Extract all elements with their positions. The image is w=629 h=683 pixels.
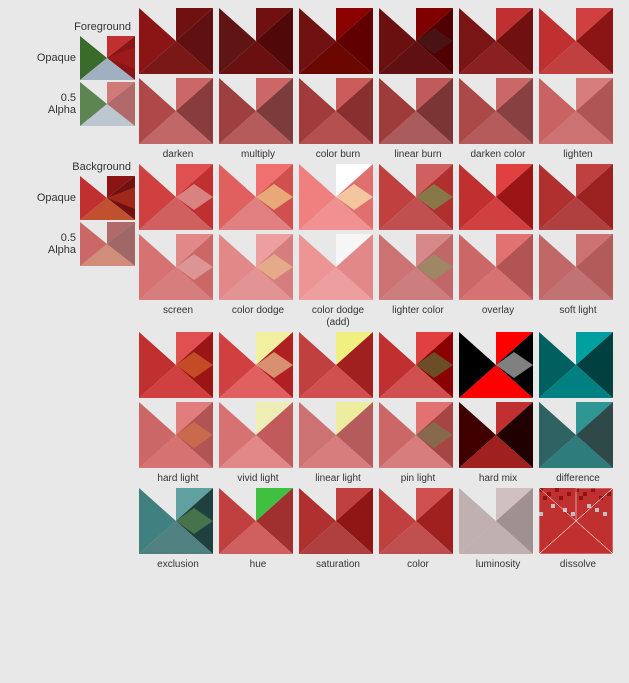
label-pinlight: pin light — [401, 473, 435, 484]
blend-colordodgeadd — [299, 164, 377, 233]
label-colordodge: color dodge — [232, 305, 284, 316]
label-lightercolor: lighter color — [392, 305, 444, 316]
blend-colordodge-alpha — [219, 234, 297, 303]
bg-alpha-arrow — [80, 222, 135, 266]
blend-overlay — [459, 164, 537, 233]
label-multiply: multiply — [241, 149, 275, 160]
label-exclusion: exclusion — [157, 559, 199, 570]
blend-saturation — [299, 488, 377, 557]
blend-softlight — [539, 164, 617, 233]
label-saturation: saturation — [316, 559, 360, 570]
blend-darken-alpha — [139, 78, 217, 147]
blend-luminosity — [459, 488, 537, 557]
blend-hue — [219, 488, 297, 557]
blend-exclusion — [139, 488, 217, 557]
label-vividlight: vivid light — [237, 473, 278, 484]
left-panel: Foreground Opaque fg opaque 0.5Alpha — [4, 8, 139, 675]
blend-softlight-alpha — [539, 234, 617, 303]
label-dissolve: dissolve — [560, 559, 596, 570]
blend-grid: darken multiply color burn linear burn d… — [139, 8, 625, 675]
label-hardmix: hard mix — [479, 473, 517, 484]
blend-linearlight — [299, 332, 377, 401]
foreground-label: Foreground — [74, 21, 131, 33]
label-colordodgeadd: color dodge (add) — [312, 305, 364, 328]
blend-color — [379, 488, 457, 557]
blend-colordodge — [219, 164, 297, 233]
blend-screen — [139, 164, 217, 233]
blend-multiply — [219, 8, 297, 77]
blend-dissolve — [539, 488, 617, 557]
blend-linearburn — [379, 8, 457, 77]
label-color: color — [407, 559, 429, 570]
blend-darkencolor — [459, 8, 537, 77]
blend-row-group-2: screen color dodge color dodge (add) lig… — [139, 164, 625, 332]
blend-vividlight — [219, 332, 297, 401]
blend-darken — [139, 8, 217, 77]
blend-lightercolor — [379, 164, 457, 233]
fg-opaque-label: Opaque — [37, 52, 76, 64]
blend-lighten-alpha — [539, 78, 617, 147]
blend-row-group-1: darken multiply color burn linear burn d… — [139, 8, 625, 164]
bg-opaque-label: Opaque — [37, 192, 76, 204]
background-label: Background — [72, 161, 131, 173]
blend-row-group-3: hard light vivid light linear light pin … — [139, 332, 625, 488]
blend-difference — [539, 332, 617, 401]
blend-linearburn-alpha — [379, 78, 457, 147]
label-softlight: soft light — [559, 305, 596, 316]
blend-overlay-alpha — [459, 234, 537, 303]
label-darken: darken — [163, 149, 194, 160]
label-linearburn: linear burn — [394, 149, 441, 160]
blend-difference-alpha — [539, 402, 617, 471]
blend-colorburn-alpha — [299, 78, 377, 147]
label-hardlight: hard light — [157, 473, 198, 484]
blend-hardlight-alpha — [139, 402, 217, 471]
label-screen: screen — [163, 305, 193, 316]
label-luminosity: luminosity — [476, 559, 520, 570]
blend-colordodgeadd-alpha — [299, 234, 377, 303]
blend-linearlight-alpha — [299, 402, 377, 471]
blend-hardmix-alpha — [459, 402, 537, 471]
bg-alpha-label: 0.5Alpha — [48, 232, 76, 256]
label-linearlight: linear light — [315, 473, 361, 484]
blend-hardmix — [459, 332, 537, 401]
label-lighten: lighten — [563, 149, 592, 160]
fg-opaque-arrow: fg opaque — [80, 36, 135, 80]
fg-alpha-label: 0.5Alpha — [48, 92, 76, 116]
blend-darkencolor-alpha — [459, 78, 537, 147]
label-overlay: overlay — [482, 305, 514, 316]
bg-opaque-arrow — [80, 176, 135, 220]
blend-hardlight — [139, 332, 217, 401]
label-hue: hue — [250, 559, 267, 570]
blend-row-group-4: exclusion hue saturation color luminosit… — [139, 488, 625, 570]
blend-lightercolor-alpha — [379, 234, 457, 303]
label-darkencolor: darken color — [470, 149, 525, 160]
label-difference: difference — [556, 473, 600, 484]
blend-pinlight-alpha — [379, 402, 457, 471]
blend-lighten — [539, 8, 617, 77]
blend-vividlight-alpha — [219, 402, 297, 471]
blend-pinlight — [379, 332, 457, 401]
blend-screen-alpha — [139, 234, 217, 303]
fg-alpha-arrow — [80, 82, 135, 126]
blend-colorburn — [299, 8, 377, 77]
blend-multiply-alpha — [219, 78, 297, 147]
label-colorburn: color burn — [316, 149, 360, 160]
